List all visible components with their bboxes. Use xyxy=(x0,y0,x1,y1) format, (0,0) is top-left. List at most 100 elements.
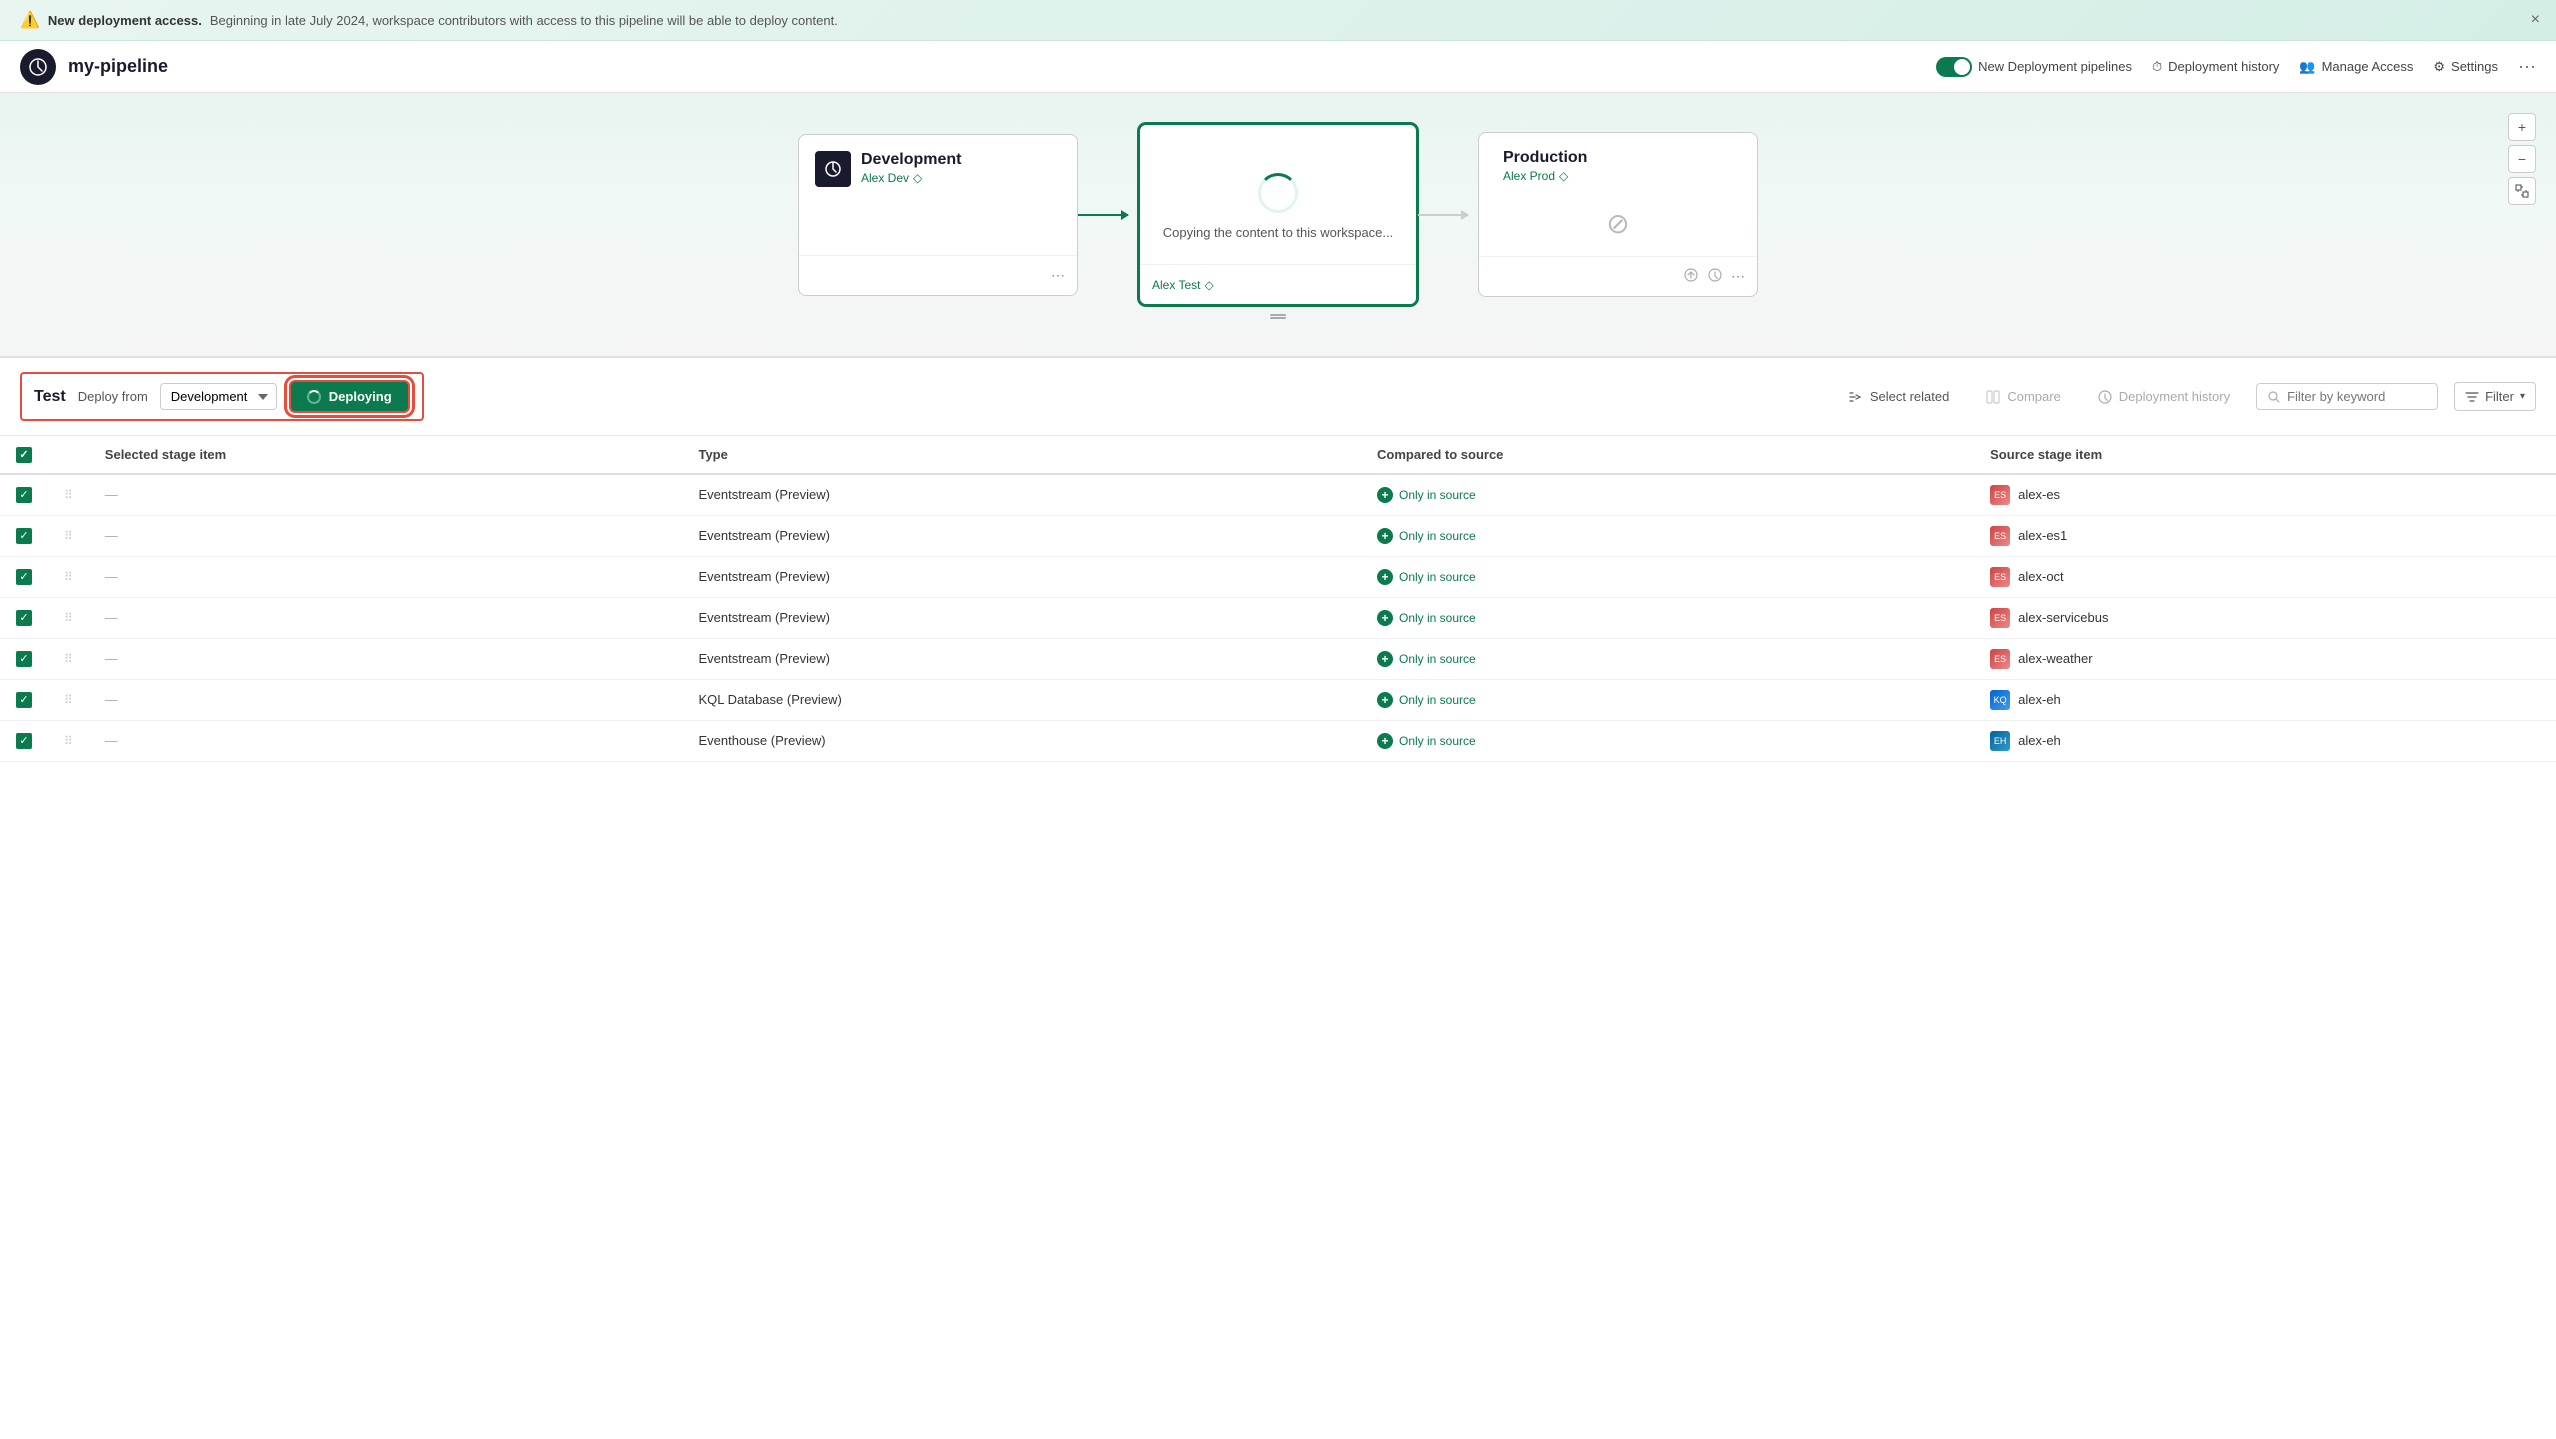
select-related-button[interactable]: Select related xyxy=(1838,383,1960,411)
plus-circle-icon: + xyxy=(1377,733,1393,749)
zoom-reset-button[interactable] xyxy=(2508,177,2536,205)
row-drag-cell[interactable]: ⠿ xyxy=(48,720,89,761)
development-stage-name: Development xyxy=(861,151,1061,169)
source-item: ESalex-es1 xyxy=(1990,526,2540,546)
development-stage-footer: ⋯ xyxy=(799,255,1077,295)
source-type-icon: KQ xyxy=(1990,690,2010,710)
pipeline-title: my-pipeline xyxy=(68,56,1924,77)
type-cell: KQL Database (Preview) xyxy=(682,679,1361,720)
filter-search-wrapper xyxy=(2256,383,2438,410)
plus-circle-icon: + xyxy=(1377,610,1393,626)
more-options-button[interactable]: ··· xyxy=(2518,56,2536,77)
warning-icon: ⚠️ xyxy=(20,10,40,30)
test-workspace: Alex Test ◇ xyxy=(1152,278,1214,292)
panel-actions: Select related Compare Deployment histor… xyxy=(1838,382,2536,411)
row-checkbox-6[interactable]: ✓ xyxy=(16,733,32,749)
header: my-pipeline New Deployment pipelines ⏱ D… xyxy=(0,41,2556,93)
drag-handle[interactable]: ⠿ xyxy=(64,529,73,543)
row-checkbox-5[interactable]: ✓ xyxy=(16,692,32,708)
select-all-checkbox[interactable]: ✓ xyxy=(16,447,32,463)
filter-search-input[interactable] xyxy=(2287,389,2427,404)
source-item: EHalex-eh xyxy=(1990,731,2540,751)
row-drag-cell[interactable]: ⠿ xyxy=(48,679,89,720)
source-item-cell: EHalex-eh xyxy=(1974,720,2556,761)
dash-placeholder: — xyxy=(105,569,118,584)
notification-bar: ⚠️ New deployment access. Beginning in l… xyxy=(0,0,2556,41)
row-drag-cell[interactable]: ⠿ xyxy=(48,474,89,516)
dash-placeholder: — xyxy=(105,610,118,625)
row-checkbox-0[interactable]: ✓ xyxy=(16,487,32,503)
production-more-button[interactable]: ⋯ xyxy=(1731,268,1745,285)
selected-stage-item-cell: — xyxy=(89,638,683,679)
row-checkbox-cell: ✓ xyxy=(0,515,48,556)
new-deployment-label: New Deployment pipelines xyxy=(1978,59,2132,74)
development-stage-header: Development Alex Dev ◇ xyxy=(799,135,1077,195)
app-logo xyxy=(20,49,56,85)
development-workspace: Alex Dev ◇ xyxy=(861,171,1061,185)
manage-access-button[interactable]: 👥 Manage Access xyxy=(2299,59,2413,75)
arrow-test-to-prod xyxy=(1418,214,1478,216)
arrow-dev-to-test xyxy=(1078,214,1138,216)
row-checkbox-2[interactable]: ✓ xyxy=(16,569,32,585)
deploying-button[interactable]: Deploying xyxy=(289,380,410,413)
new-deployment-toggle-action[interactable]: New Deployment pipelines xyxy=(1936,57,2132,77)
row-drag-cell[interactable]: ⠿ xyxy=(48,556,89,597)
notification-bold: New deployment access. xyxy=(48,13,202,28)
items-table-container: ✓ Selected stage item Type Compared to s… xyxy=(0,436,2556,762)
filter-dropdown-button[interactable]: Filter ▾ xyxy=(2454,382,2536,411)
plus-circle-icon: + xyxy=(1377,487,1393,503)
development-more-button[interactable]: ⋯ xyxy=(1051,267,1065,284)
row-checkbox-4[interactable]: ✓ xyxy=(16,651,32,667)
drag-handle[interactable]: ⠿ xyxy=(64,734,73,748)
production-stage-header: Production Alex Prod ◇ xyxy=(1479,133,1757,191)
compared-badge: +Only in source xyxy=(1377,528,1476,544)
source-item: ESalex-weather xyxy=(1990,649,2540,669)
close-notification-button[interactable]: × xyxy=(2531,11,2540,29)
row-drag-cell[interactable]: ⠿ xyxy=(48,638,89,679)
gear-icon: ⚙ xyxy=(2433,59,2445,75)
drag-handle[interactable]: ⠿ xyxy=(64,652,73,666)
test-stage-footer: Alex Test ◇ xyxy=(1140,264,1416,304)
dash-placeholder: — xyxy=(105,651,118,666)
table-row: ✓⠿—Eventstream (Preview)+Only in sourceE… xyxy=(0,515,2556,556)
new-deployment-toggle[interactable] xyxy=(1936,57,1972,77)
source-item-cell: ESalex-oct xyxy=(1974,556,2556,597)
drag-handle[interactable]: ⠿ xyxy=(64,611,73,625)
source-item: KQalex-eh xyxy=(1990,690,2540,710)
source-type-icon: ES xyxy=(1990,485,2010,505)
source-item-name: alex-es xyxy=(2018,487,2060,502)
test-diamond-icon: ◇ xyxy=(1204,278,1213,292)
drag-handle[interactable]: ⠿ xyxy=(64,570,73,584)
zoom-controls: + − xyxy=(2508,113,2536,205)
compared-cell: +Only in source xyxy=(1361,556,1974,597)
compared-cell: +Only in source xyxy=(1361,474,1974,516)
blocked-icon: ⊘ xyxy=(1606,207,1629,240)
panel-deployment-history-button[interactable]: Deployment history xyxy=(2087,383,2240,411)
source-type-icon: ES xyxy=(1990,608,2010,628)
source-item-name: alex-es1 xyxy=(2018,528,2067,543)
deploy-from-select[interactable]: Development Test Production xyxy=(160,383,277,410)
drag-handle[interactable]: ⠿ xyxy=(64,488,73,502)
row-checkbox-1[interactable]: ✓ xyxy=(16,528,32,544)
drag-handle[interactable]: ⠿ xyxy=(64,693,73,707)
type-cell: Eventstream (Preview) xyxy=(682,597,1361,638)
source-item-cell: KQalex-eh xyxy=(1974,679,2556,720)
panel-collapse-handle[interactable] xyxy=(60,306,2496,326)
plus-circle-icon: + xyxy=(1377,528,1393,544)
type-cell: Eventstream (Preview) xyxy=(682,556,1361,597)
row-checkbox-3[interactable]: ✓ xyxy=(16,610,32,626)
compared-badge: +Only in source xyxy=(1377,692,1476,708)
production-deploy-up-button[interactable] xyxy=(1683,267,1699,286)
production-history-button[interactable] xyxy=(1707,267,1723,286)
row-drag-cell[interactable]: ⠿ xyxy=(48,515,89,556)
zoom-in-button[interactable]: + xyxy=(2508,113,2536,141)
zoom-out-button[interactable]: − xyxy=(2508,145,2536,173)
source-item-name: alex-weather xyxy=(2018,651,2092,666)
pipeline-canvas: + − xyxy=(0,93,2556,358)
compared-cell: +Only in source xyxy=(1361,638,1974,679)
row-drag-cell[interactable]: ⠿ xyxy=(48,597,89,638)
compared-cell: +Only in source xyxy=(1361,515,1974,556)
deployment-history-button[interactable]: ⏱ Deployment history xyxy=(2152,59,2279,75)
settings-button[interactable]: ⚙ Settings xyxy=(2433,59,2498,75)
deploying-label: Deploying xyxy=(329,389,392,404)
